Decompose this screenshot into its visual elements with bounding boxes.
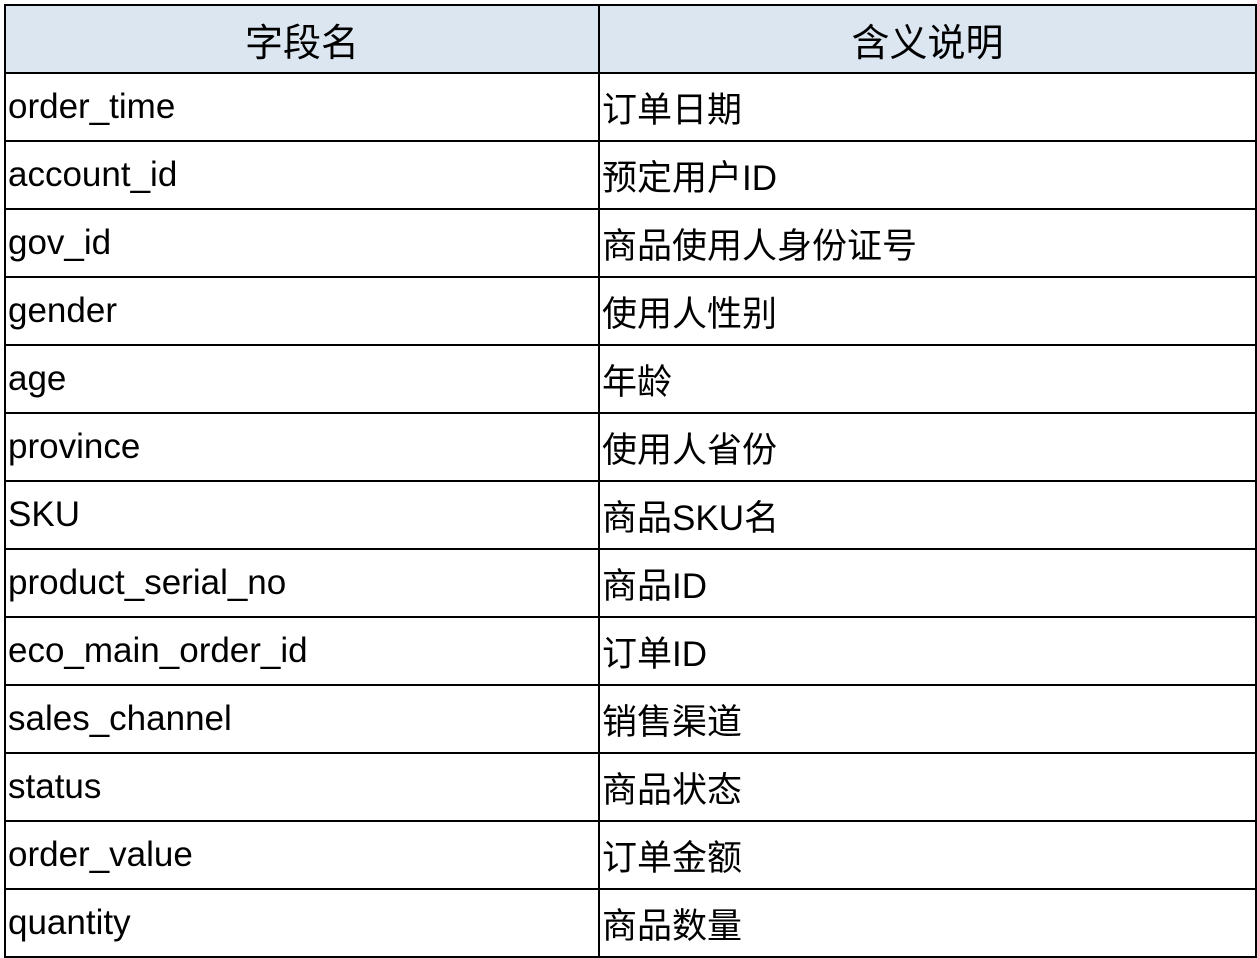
field-name-cell: eco_main_order_id [4, 616, 600, 686]
field-name-cell: product_serial_no [4, 548, 600, 618]
table-row: status 商品状态 [4, 752, 1257, 822]
description-cell: 订单ID [598, 616, 1257, 686]
field-name-cell: sales_channel [4, 684, 600, 754]
field-name-cell: order_time [4, 72, 600, 142]
description-cell: 使用人省份 [598, 412, 1257, 482]
table-row: SKU 商品SKU名 [4, 480, 1257, 550]
field-name-cell: province [4, 412, 600, 482]
field-name-cell: status [4, 752, 600, 822]
description-cell: 订单日期 [598, 72, 1257, 142]
table-row: province 使用人省份 [4, 412, 1257, 482]
field-dictionary-table: 字段名 含义说明 order_time 订单日期 account_id 预定用户… [4, 4, 1257, 958]
table-row: order_time 订单日期 [4, 72, 1257, 142]
field-name-cell: SKU [4, 480, 600, 550]
description-cell: 年龄 [598, 344, 1257, 414]
description-cell: 商品状态 [598, 752, 1257, 822]
header-row: 字段名 含义说明 [4, 4, 1257, 74]
table-row: quantity 商品数量 [4, 888, 1257, 958]
description-cell: 订单金额 [598, 820, 1257, 890]
table-row: eco_main_order_id 订单ID [4, 616, 1257, 686]
table-row: gov_id 商品使用人身份证号 [4, 208, 1257, 278]
table-body: order_time 订单日期 account_id 预定用户ID gov_id… [4, 72, 1257, 958]
description-cell: 商品使用人身份证号 [598, 208, 1257, 278]
table-row: sales_channel 销售渠道 [4, 684, 1257, 754]
field-name-cell: account_id [4, 140, 600, 210]
field-name-cell: order_value [4, 820, 600, 890]
column-header-description: 含义说明 [598, 4, 1257, 74]
column-header-field-name: 字段名 [4, 4, 600, 74]
table-row: account_id 预定用户ID [4, 140, 1257, 210]
description-cell: 商品ID [598, 548, 1257, 618]
description-cell: 商品SKU名 [598, 480, 1257, 550]
field-name-cell: age [4, 344, 600, 414]
table-row: order_value 订单金额 [4, 820, 1257, 890]
description-cell: 使用人性别 [598, 276, 1257, 346]
table-row: age 年龄 [4, 344, 1257, 414]
field-name-cell: quantity [4, 888, 600, 958]
table-header: 字段名 含义说明 [4, 4, 1257, 74]
table-row: gender 使用人性别 [4, 276, 1257, 346]
field-name-cell: gov_id [4, 208, 600, 278]
description-cell: 销售渠道 [598, 684, 1257, 754]
table-row: product_serial_no 商品ID [4, 548, 1257, 618]
field-name-cell: gender [4, 276, 600, 346]
description-cell: 商品数量 [598, 888, 1257, 958]
description-cell: 预定用户ID [598, 140, 1257, 210]
